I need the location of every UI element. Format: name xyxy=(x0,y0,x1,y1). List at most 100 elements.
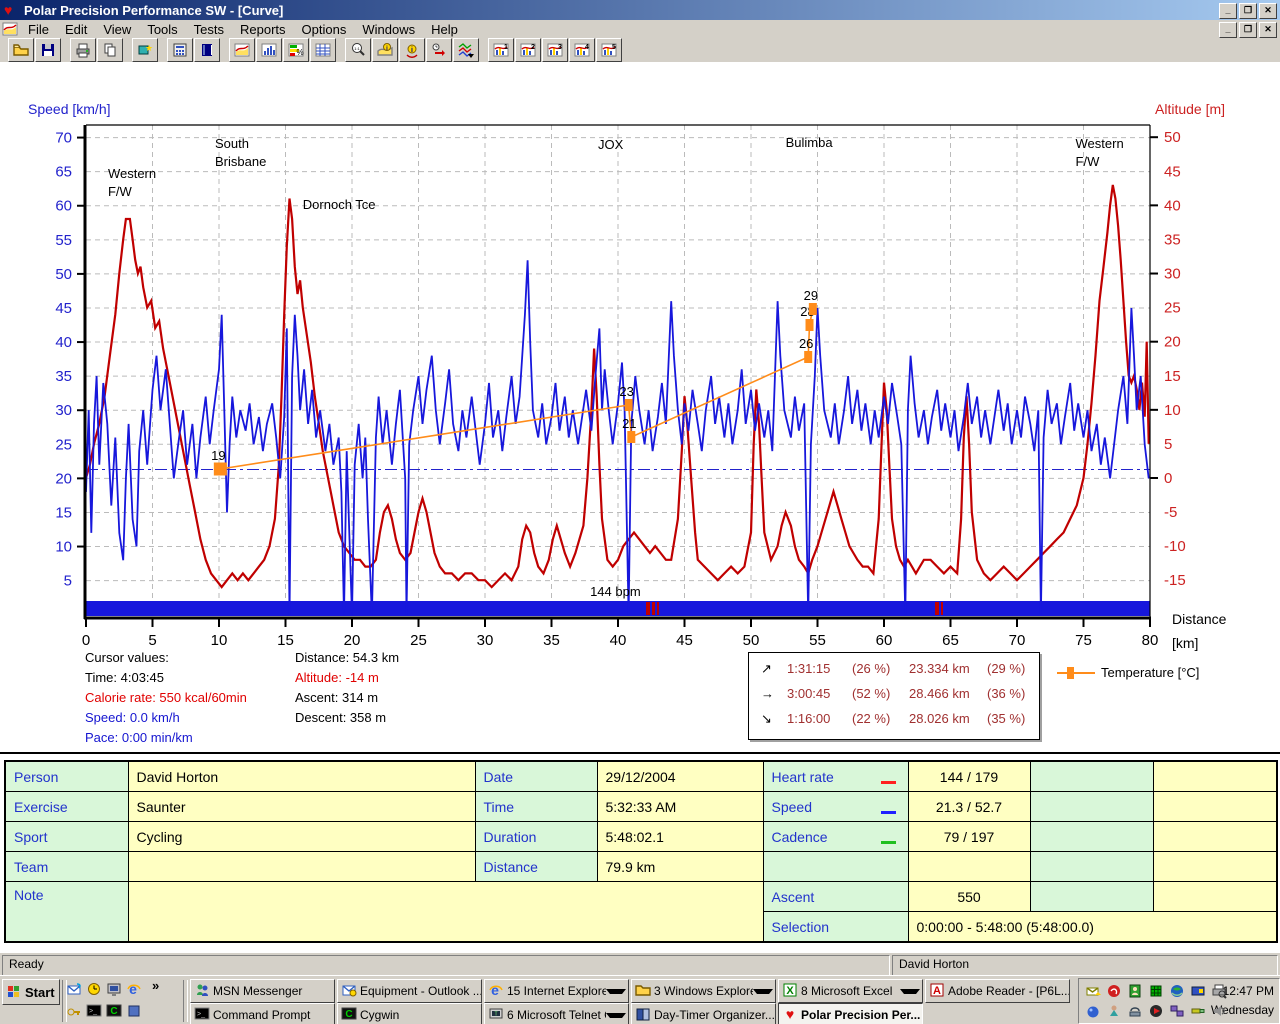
quick-launch-key[interactable] xyxy=(66,1003,84,1021)
toolbar-open-button[interactable] xyxy=(8,38,34,62)
empty-cell xyxy=(1030,882,1153,912)
taskbar-separator[interactable] xyxy=(183,980,188,1022)
quick-launch-cmd[interactable]: >_ xyxy=(86,1003,104,1021)
time-value[interactable]: 5:32:33 AM xyxy=(597,792,763,822)
menu-reports[interactable]: Reports xyxy=(232,21,294,38)
multi-icon xyxy=(458,42,474,58)
date-value[interactable]: 29/12/2004 xyxy=(597,761,763,792)
cursor-value-line: Descent: 358 m xyxy=(295,710,386,725)
child-restore-button[interactable]: ❐ xyxy=(1239,22,1257,38)
exercise-curve-chart[interactable]: 192321262829WesternF/WSouthBrisbaneDorno… xyxy=(0,62,1280,727)
selection-bar[interactable] xyxy=(86,601,1150,616)
toolbar-exercise-table-button[interactable] xyxy=(310,38,336,62)
toolbar-view5-button[interactable]: 5 xyxy=(596,38,622,62)
heart-rate-value[interactable]: 144 / 179 xyxy=(908,761,1030,792)
tray-fax[interactable] xyxy=(1211,983,1227,999)
tray-volume[interactable] xyxy=(1211,1003,1227,1019)
cygwin-icon: C xyxy=(341,1006,357,1022)
quick-launch-overflow-chevron[interactable]: » xyxy=(152,978,159,993)
task-button-oequip[interactable]: Equipment - Outlook ... xyxy=(337,979,482,1003)
quick-launch-outlook[interactable] xyxy=(86,981,104,999)
globe-icon xyxy=(1169,983,1185,999)
toolbar-distribution-button[interactable] xyxy=(256,38,282,62)
cadence-value[interactable]: 79 / 197 xyxy=(908,822,1030,852)
tray-usbkey[interactable] xyxy=(1190,1003,1206,1019)
toolbar-compare-button[interactable] xyxy=(426,38,452,62)
child-minimize-button[interactable]: _ xyxy=(1219,22,1237,38)
menu-help[interactable]: Help xyxy=(423,21,466,38)
toolbar-print-button[interactable] xyxy=(70,38,96,62)
exercise-value[interactable]: Saunter xyxy=(128,792,475,822)
person-value[interactable]: David Horton xyxy=(128,761,475,792)
menu-tools[interactable]: Tools xyxy=(139,21,185,38)
tray-person[interactable] xyxy=(1106,1003,1122,1019)
selection-value[interactable]: 0:00:00 - 5:48:00 (5:48:00.0) xyxy=(908,912,1277,943)
menu-tests[interactable]: Tests xyxy=(186,21,232,38)
restore-button[interactable]: ❐ xyxy=(1239,3,1257,19)
menu-windows[interactable]: Windows xyxy=(354,21,423,38)
toolbar-curve-button[interactable] xyxy=(229,38,255,62)
sport-value[interactable]: Cycling xyxy=(128,822,475,852)
tray-player[interactable] xyxy=(1148,1003,1164,1019)
tray-ball[interactable] xyxy=(1085,1003,1101,1019)
lap-direction-icon: ↗ xyxy=(761,661,772,677)
quick-launch-app[interactable] xyxy=(126,1003,144,1021)
child-window-icon[interactable] xyxy=(2,21,18,37)
toolbar-view3-button[interactable]: 3 xyxy=(542,38,568,62)
start-button[interactable]: Start xyxy=(2,979,60,1005)
task-button-folder[interactable]: 3 Windows Explorer xyxy=(631,979,776,1003)
close-button[interactable]: ✕ xyxy=(1259,3,1277,19)
tray-swirl[interactable] xyxy=(1106,983,1122,999)
tray-grid[interactable] xyxy=(1148,983,1164,999)
toolbar-view4-button[interactable]: 4 xyxy=(569,38,595,62)
svg-text:4: 4 xyxy=(585,44,589,51)
note-value[interactable] xyxy=(128,882,763,943)
toolbar-wizard-button[interactable]: ★ xyxy=(132,38,158,62)
toolbar-calculator-button[interactable] xyxy=(167,38,193,62)
quick-launch-ie[interactable]: e xyxy=(126,981,144,999)
toolbar-zones-button[interactable]: % xyxy=(283,38,309,62)
menu-file[interactable]: File xyxy=(20,21,57,38)
menu-edit[interactable]: Edit xyxy=(57,21,95,38)
task-button-polar[interactable]: ♥Polar Precision Per... xyxy=(778,1003,923,1024)
cursor-value-line: Pace: 0:00 min/km xyxy=(85,730,193,745)
toolbar-info-curve-button[interactable]: i xyxy=(372,38,398,62)
tray-mail-send[interactable] xyxy=(1085,983,1101,999)
tray-clock[interactable]: 12:47 PM xyxy=(1223,984,1274,998)
speed-value[interactable]: 21.3 / 52.7 xyxy=(908,792,1030,822)
distance-value[interactable]: 79.9 km xyxy=(597,852,763,882)
task-button-telnet[interactable]: T6 Microsoft Telnet C... xyxy=(484,1003,629,1024)
tray-phone[interactable] xyxy=(1127,1003,1143,1019)
lap-direction-icon: → xyxy=(761,686,774,701)
toolbar-zoom-button[interactable]: 1:1 xyxy=(345,38,371,62)
quick-launch-outlook-express[interactable] xyxy=(66,981,84,999)
svg-text:F/W: F/W xyxy=(108,184,133,199)
tray-network[interactable] xyxy=(1169,1003,1185,1019)
ascent-value[interactable]: 550 xyxy=(908,882,1030,912)
task-button-adobe[interactable]: AAdobe Reader - [P6L... xyxy=(925,979,1070,1003)
task-button-excel[interactable]: X8 Microsoft Excel xyxy=(778,979,923,1003)
toolbar-info-loop-button[interactable]: i xyxy=(399,38,425,62)
toolbar-multi-button[interactable] xyxy=(453,38,479,62)
tray-globe[interactable] xyxy=(1169,983,1185,999)
toolbar-view2-button[interactable]: 2 xyxy=(515,38,541,62)
toolbar-view1-button[interactable]: 1 xyxy=(488,38,514,62)
menu-view[interactable]: View xyxy=(95,21,139,38)
tray-pccard[interactable] xyxy=(1190,983,1206,999)
task-button-daytimer[interactable]: Day-Timer Organizer... xyxy=(631,1003,776,1024)
toolbar-save-button[interactable] xyxy=(35,38,61,62)
team-value[interactable] xyxy=(128,852,475,882)
toolbar-copy-button[interactable] xyxy=(97,38,123,62)
task-button-msn[interactable]: MSN Messenger xyxy=(190,979,335,1003)
quick-launch-remote[interactable] xyxy=(106,981,124,999)
menu-options[interactable]: Options xyxy=(294,21,355,38)
tray-agent[interactable] xyxy=(1127,983,1143,999)
duration-value[interactable]: 5:48:02.1 xyxy=(597,822,763,852)
minimize-button[interactable]: _ xyxy=(1219,3,1237,19)
task-button-ie[interactable]: e15 Internet Explorer xyxy=(484,979,629,1003)
task-button-cmd[interactable]: >_Command Prompt xyxy=(190,1003,335,1024)
toolbar-diary-button[interactable] xyxy=(194,38,220,62)
task-button-cygwin[interactable]: CCygwin xyxy=(337,1003,482,1024)
child-close-button[interactable]: ✕ xyxy=(1259,22,1277,38)
quick-launch-cygwin[interactable]: C xyxy=(106,1003,124,1021)
